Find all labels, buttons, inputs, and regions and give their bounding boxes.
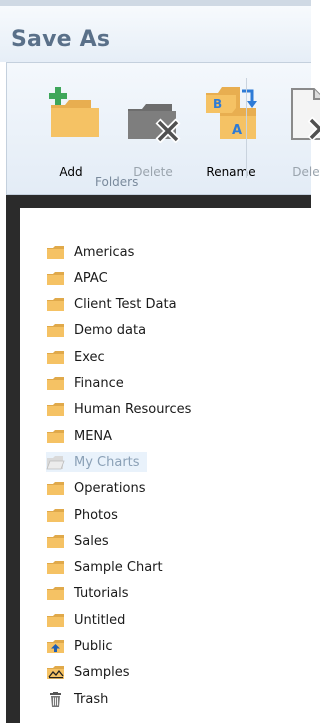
folder-icon xyxy=(46,402,74,417)
folder-item[interactable]: Photos xyxy=(46,505,118,525)
svg-text:A: A xyxy=(232,123,242,138)
rename-folder-button[interactable]: B A Rename xyxy=(165,83,257,183)
folder-label: Sales xyxy=(74,533,109,549)
svg-text:B: B xyxy=(213,97,222,111)
folder-item[interactable]: MENA xyxy=(46,426,112,446)
folder-icon xyxy=(46,586,74,601)
folder-icon xyxy=(46,429,74,444)
trash-icon xyxy=(46,691,74,707)
folder-item[interactable]: Samples xyxy=(46,663,130,683)
folder-item[interactable]: Operations xyxy=(46,479,145,499)
folder-label: Client Test Data xyxy=(74,297,177,313)
folder-icon xyxy=(46,323,74,338)
folder-item[interactable]: Untitled xyxy=(46,610,125,630)
folder-item[interactable]: Sample Chart xyxy=(46,558,163,578)
folder-icon xyxy=(46,245,74,260)
folder-item[interactable]: Demo data xyxy=(46,321,146,341)
window-title: Save As xyxy=(11,27,111,52)
ribbon-toolbar: Add Delete B A Rename Dele Folders xyxy=(6,62,320,195)
folder-tree: Americas APAC Client Test Data Demo data Exe… xyxy=(20,208,311,723)
folder-item[interactable]: Trash xyxy=(46,689,108,709)
folder-item[interactable]: Human Resources xyxy=(46,400,191,420)
folder-label: MENA xyxy=(74,428,113,444)
folder-item[interactable]: APAC xyxy=(46,268,108,288)
ribbon-divider xyxy=(246,78,247,178)
delete-chart-icon xyxy=(290,88,320,142)
folder-icon xyxy=(46,534,74,549)
folder-label: APAC xyxy=(74,270,108,286)
folder-item[interactable]: Client Test Data xyxy=(46,295,177,315)
public-folder-icon xyxy=(46,639,74,654)
folder-label: Tutorials xyxy=(74,586,129,602)
title-bar: Save As xyxy=(0,0,311,62)
folder-item[interactable]: Finance xyxy=(46,374,124,394)
folder-label: Operations xyxy=(74,481,146,497)
folder-label: Trash xyxy=(74,691,109,707)
folder-label: Sample Chart xyxy=(74,560,163,576)
folder-icon xyxy=(46,613,74,628)
folder-label: Samples xyxy=(74,665,130,681)
delete2-label: Delete xyxy=(292,165,320,179)
add-folder-button[interactable]: Add xyxy=(15,83,99,183)
folder-label: Untitled xyxy=(74,612,126,628)
delete-folder-button[interactable]: Delete xyxy=(91,83,181,183)
folder-label: Americas xyxy=(74,244,135,260)
folder-item[interactable]: Tutorials xyxy=(46,584,129,604)
folder-icon xyxy=(46,560,74,575)
folders-group-label: Folders xyxy=(95,175,139,189)
folder-icon xyxy=(46,481,74,496)
folder-icon xyxy=(46,376,74,391)
folder-icon xyxy=(46,271,74,286)
open-folder-icon xyxy=(46,455,74,470)
folder-item[interactable]: My Charts xyxy=(46,452,147,473)
folder-label: Human Resources xyxy=(74,402,192,418)
folder-item[interactable]: Exec xyxy=(46,347,105,367)
folder-label: Finance xyxy=(74,376,124,391)
folder-icon xyxy=(46,297,74,312)
folder-label: Demo data xyxy=(74,323,147,339)
folder-item[interactable]: Sales xyxy=(46,531,109,551)
delete-chart-button[interactable]: Delete xyxy=(255,83,320,183)
folder-label: Public xyxy=(74,639,113,654)
folder-label: Photos xyxy=(74,507,118,523)
folder-label: My Charts xyxy=(74,454,140,470)
folder-item[interactable]: Americas xyxy=(46,242,134,262)
folder-icon xyxy=(46,350,74,365)
folder-item[interactable]: Public xyxy=(46,637,112,657)
folder-icon xyxy=(46,508,74,523)
folder-label: Exec xyxy=(74,349,105,365)
samples-folder-icon xyxy=(46,665,74,680)
